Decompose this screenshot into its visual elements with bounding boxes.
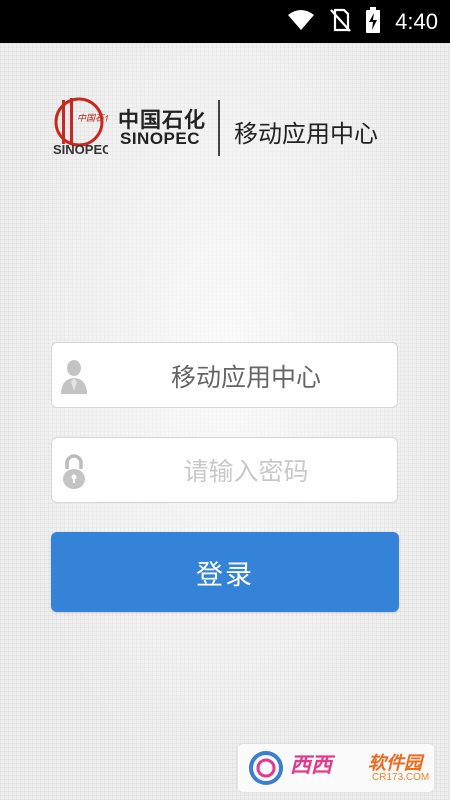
- emblem-brand: SINOPEC: [53, 142, 108, 157]
- emblem-text: 中国石化: [77, 113, 108, 124]
- watermark-badge: 西西 软件园 CR173.COM: [238, 744, 434, 792]
- sinopec-emblem-icon: 中国石化 SINOPEC: [53, 97, 108, 157]
- app-center-title: 移动应用中心: [234, 120, 378, 148]
- lock-icon: [63, 454, 85, 489]
- watermark-domain: CR173.COM: [372, 772, 430, 783]
- user-icon: [61, 360, 87, 394]
- password-field[interactable]: [51, 437, 398, 504]
- company-name-en: SINOPEC: [120, 129, 201, 148]
- username-input[interactable]: [96, 343, 396, 409]
- app-logo: 中国石化 SINOPEC 中国石化 SINOPEC 移动应用中心: [50, 96, 400, 162]
- status-bar: 4:40: [0, 0, 450, 43]
- logo-divider: [218, 100, 220, 156]
- wifi-icon: [287, 9, 315, 35]
- status-time: 4:40: [395, 8, 438, 34]
- username-field[interactable]: [51, 342, 398, 409]
- watermark-logo-icon: [249, 751, 283, 785]
- watermark-name: 西西: [290, 753, 332, 777]
- login-button[interactable]: 登录: [51, 532, 399, 612]
- password-input[interactable]: [96, 438, 396, 504]
- no-sim-icon: [329, 8, 351, 36]
- battery-charging-icon: [365, 6, 381, 37]
